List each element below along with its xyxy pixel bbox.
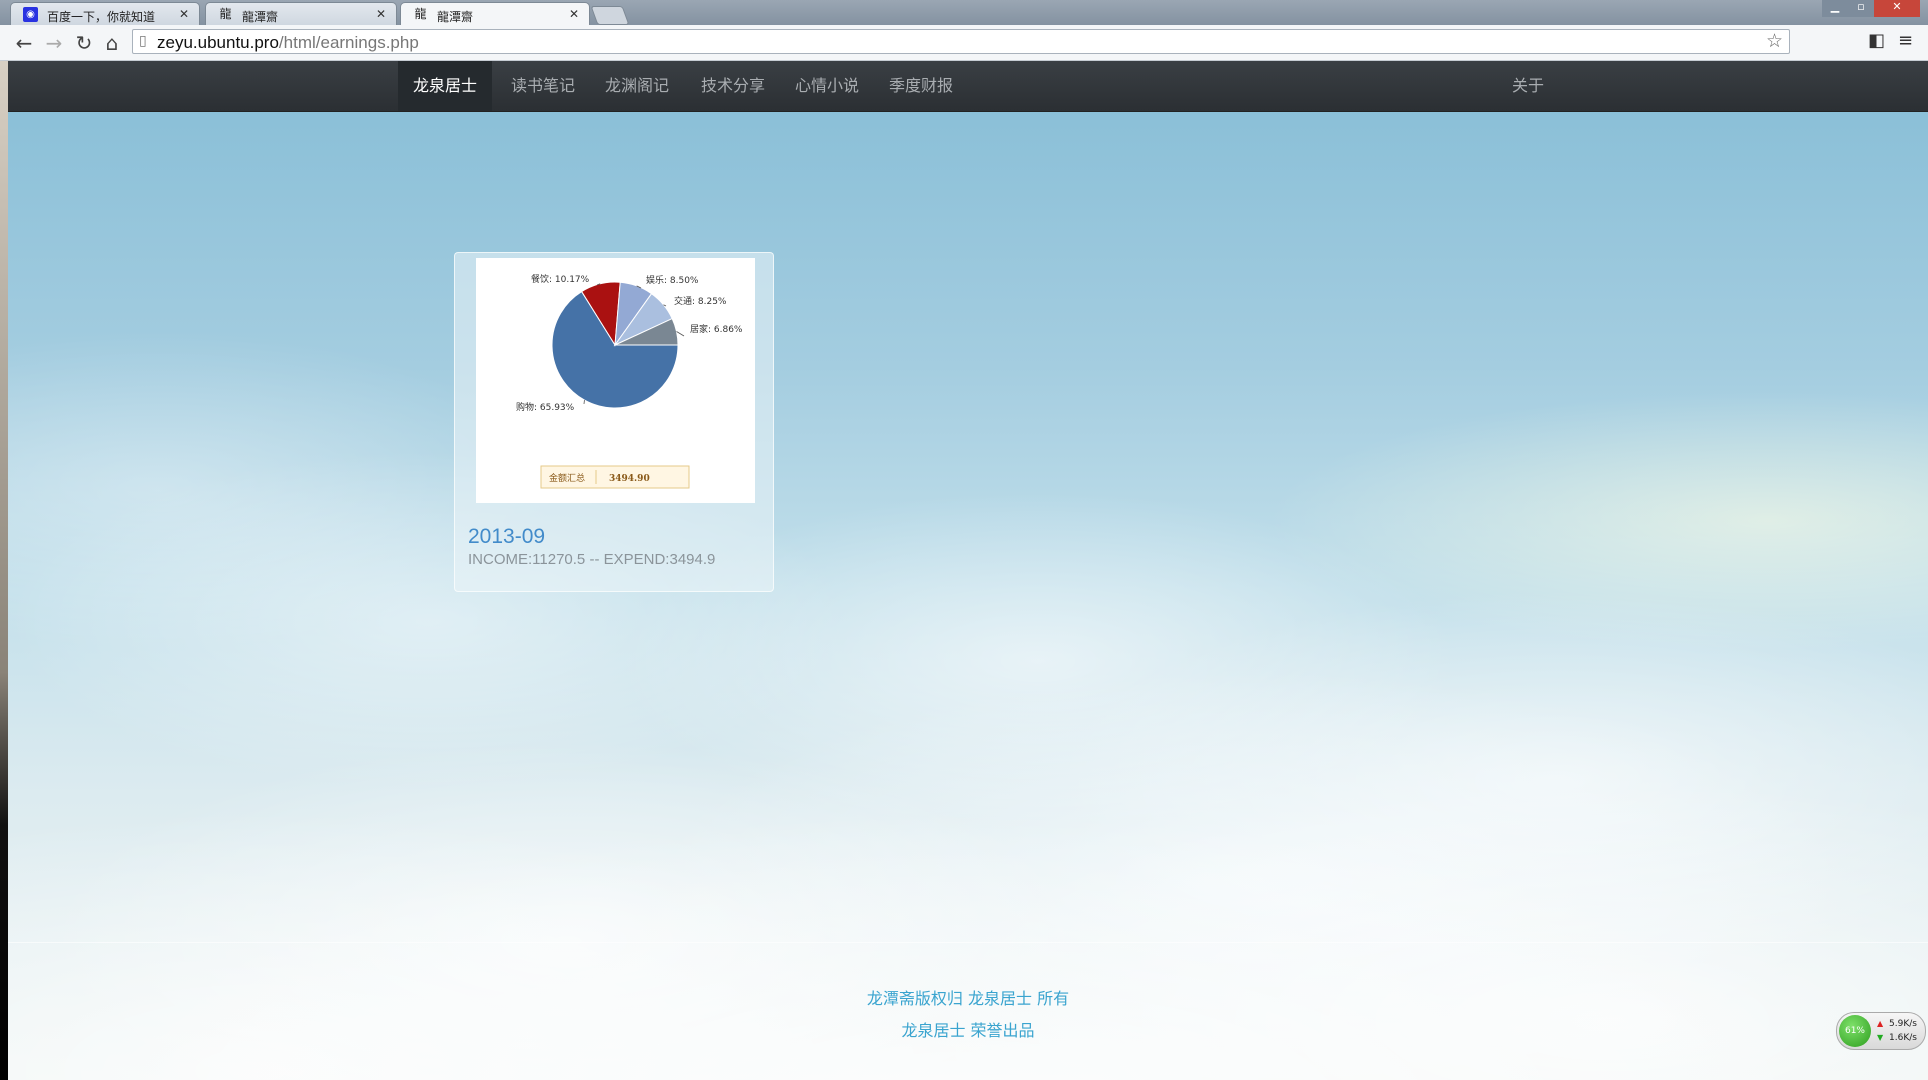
close-icon[interactable]: ✕ [179, 7, 189, 21]
window-close-button[interactable]: ✕ [1874, 0, 1920, 17]
page-content: 龙泉居士 读书笔记 龙渊阁记 技术分享 心情小说 季度财报 关于 购物: 65.… [8, 61, 1928, 1080]
pie-chart-frame: 购物: 65.93% 餐饮: 10.17% 娱乐: 8.50% 交通: 8.25% 居家… [476, 258, 755, 503]
tab-title: 百度一下，你就知道 [47, 10, 156, 24]
browser-toolbar: ← → ↻ ⌂ ▯ zeyu.ubuntu.pro/html/earnings.… [0, 25, 1928, 61]
dragon-logo-icon: 龍 [219, 7, 232, 21]
footer-copyright: 龙潭斋版权归 龙泉居士 所有 [866, 989, 1070, 1008]
earnings-card[interactable]: 购物: 65.93% 餐饮: 10.17% 娱乐: 8.50% 交通: 8.25% 居家… [454, 252, 774, 592]
total-value: 3494.90 [609, 474, 650, 484]
extension-icon[interactable]: ◧ [1868, 30, 1885, 51]
nav-item-home[interactable]: 龙泉居士 [398, 61, 492, 111]
nav-item-about[interactable]: 关于 [1498, 61, 1558, 111]
browser-tab-active[interactable]: 龍 龍潭齋 ✕ [400, 2, 590, 25]
reload-icon[interactable]: ↻ [72, 31, 96, 55]
home-icon[interactable]: ⌂ [100, 31, 124, 55]
bookmark-star-icon[interactable]: ☆ [1766, 30, 1783, 52]
url-text: zeyu.ubuntu.pro/html/earnings.php [157, 33, 419, 52]
browser-tab-longtanzhai[interactable]: 龍 龍潭齋 ✕ [205, 2, 397, 25]
nav-item-earnings[interactable]: 季度财报 [876, 61, 966, 111]
dragon-logo-icon: 龍 [414, 7, 427, 21]
slice-label-2: 娱乐: 8.50% [646, 274, 699, 286]
menu-icon[interactable]: ≡ [1898, 30, 1913, 51]
close-icon[interactable]: ✕ [569, 7, 579, 21]
network-meter-widget[interactable]: 61% ▲ ▼ 5.9K/s 1.6K/s [1836, 1012, 1926, 1050]
address-bar[interactable]: ▯ zeyu.ubuntu.pro/html/earnings.php ☆ [132, 29, 1790, 54]
slice-label-4: 居家: 6.86% [690, 323, 743, 335]
slice-label-1: 餐饮: 10.17% [531, 273, 590, 285]
pie-chart: 购物: 65.93% 餐饮: 10.17% 娱乐: 8.50% 交通: 8.25% 居家… [516, 273, 743, 489]
footer-divider [8, 942, 1928, 943]
nav-item-mood[interactable]: 心情小说 [782, 61, 872, 111]
slice-label-3: 交通: 8.25% [674, 295, 727, 307]
nav-item-reading-notes[interactable]: 读书笔记 [498, 61, 588, 111]
card-summary: INCOME:11270.5 -- EXPEND:3494.9 [468, 551, 715, 568]
nav-item-longyuan[interactable]: 龙渊阁记 [592, 61, 682, 111]
back-arrow-icon[interactable]: ← [12, 31, 36, 55]
download-arrow-icon: ▼ [1877, 1033, 1884, 1042]
nav-item-tech[interactable]: 技术分享 [688, 61, 778, 111]
card-title[interactable]: 2013-09 [468, 525, 545, 549]
new-tab-button[interactable] [590, 6, 630, 25]
browser-tab-baidu[interactable]: ◉ 百度一下，你就知道 ✕ [10, 2, 200, 25]
maximize-button[interactable]: ▫ [1848, 0, 1874, 17]
tab-title: 龍潭齋 [437, 10, 474, 24]
tab-title: 龍潭齋 [242, 10, 279, 24]
upload-rate: 5.9K/s [1889, 1019, 1917, 1029]
footer-credit: 龙泉居士 荣誉出品 [901, 1021, 1035, 1040]
net-usage-percent: 61% [1839, 1015, 1871, 1047]
site-navbar: 龙泉居士 读书笔记 龙渊阁记 技术分享 心情小说 季度财报 关于 [8, 61, 1928, 112]
slice-label-0: 购物: 65.93% [516, 401, 575, 413]
desktop-edge [0, 61, 8, 1080]
separator: -- [589, 551, 600, 568]
upload-arrow-icon: ▲ [1877, 1019, 1884, 1028]
browser-tabstrip: ◉ 百度一下，你就知道 ✕ 龍 龍潭齋 ✕ 龍 龍潭齋 ✕ ▁ ▫ ✕ [0, 0, 1928, 25]
page-icon: ▯ [139, 33, 147, 49]
total-label: 金额汇总 [549, 472, 585, 484]
download-rate: 1.6K/s [1889, 1033, 1917, 1043]
forward-arrow-icon[interactable]: → [42, 31, 66, 55]
expend-label: EXPEND:3494.9 [603, 551, 716, 568]
baidu-icon: ◉ [23, 7, 38, 22]
income-label: INCOME:11270.5 [468, 551, 586, 568]
minimize-button[interactable]: ▁ [1822, 0, 1848, 17]
close-icon[interactable]: ✕ [376, 7, 386, 21]
